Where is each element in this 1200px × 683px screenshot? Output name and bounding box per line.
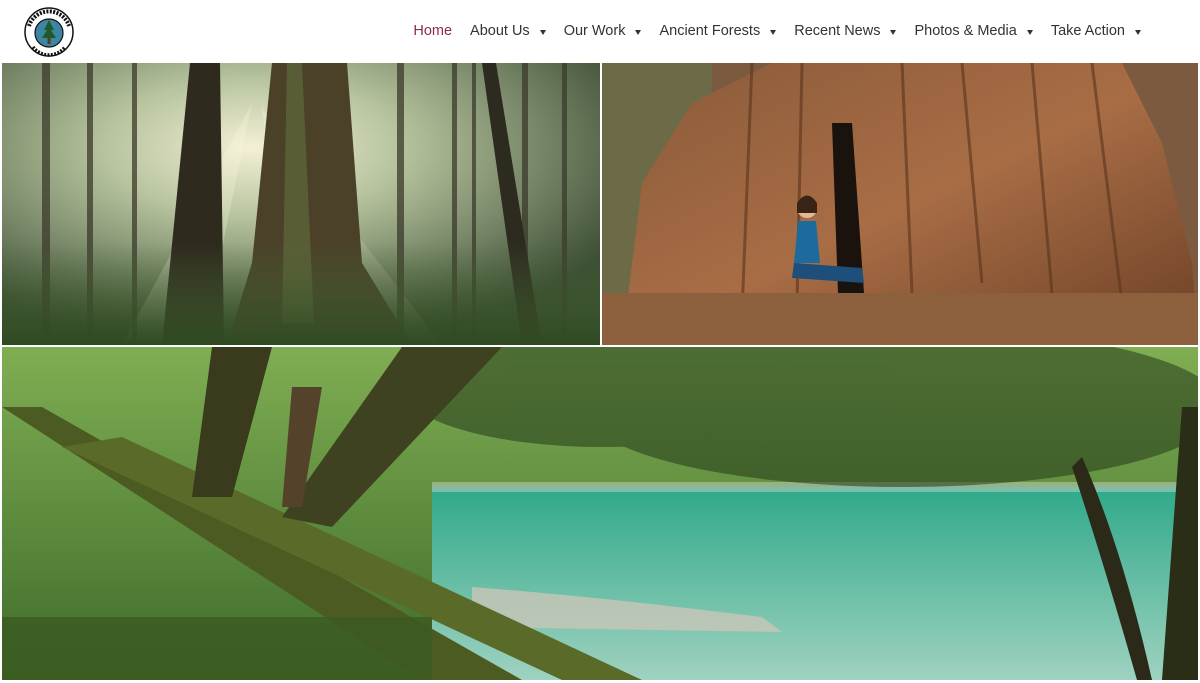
nav-item-label: Our Work	[563, 23, 626, 39]
ancient-forest-alliance-logo	[24, 7, 74, 57]
cedar-stump-photo	[602, 63, 1198, 345]
river-photo	[2, 347, 1198, 680]
nav-item-label: About Us	[470, 23, 530, 39]
forest-photo	[2, 63, 600, 345]
nav-item-photos-media[interactable]: Photos & Media	[905, 0, 1041, 62]
nav-item-label: Home	[413, 23, 453, 39]
nav-item-take-action[interactable]: Take Action	[1042, 0, 1150, 62]
nav-item-ancient-forests[interactable]: Ancient Forests	[650, 0, 785, 62]
nav-item-label: Photos & Media	[914, 23, 1017, 39]
nav-item-label: Recent News	[794, 23, 881, 39]
caret-down-icon	[1026, 29, 1033, 35]
caret-down-icon	[539, 29, 546, 35]
gallery-image-cedar-stump[interactable]	[602, 63, 1198, 345]
gallery-image-emerald-river[interactable]	[2, 347, 1198, 680]
caret-down-icon	[770, 29, 777, 35]
caret-down-icon	[1135, 29, 1141, 35]
site-header: Home About Us Our Work Ancient Forests R…	[0, 0, 1200, 62]
caret-down-icon	[635, 29, 642, 35]
caret-down-icon	[890, 29, 897, 35]
main-nav: Home About Us Our Work Ancient Forests R…	[404, 0, 1150, 62]
nav-item-home[interactable]: Home	[404, 0, 461, 62]
nav-item-about-us[interactable]: About Us	[461, 0, 555, 62]
nav-item-label: Ancient Forests	[659, 23, 761, 39]
nav-item-label: Take Action	[1050, 23, 1125, 39]
logo-link[interactable]	[23, 6, 75, 58]
gallery-image-sunlit-forest[interactable]	[2, 63, 600, 345]
nav-item-our-work[interactable]: Our Work	[555, 0, 651, 62]
nav-item-recent-news[interactable]: Recent News	[785, 0, 905, 62]
